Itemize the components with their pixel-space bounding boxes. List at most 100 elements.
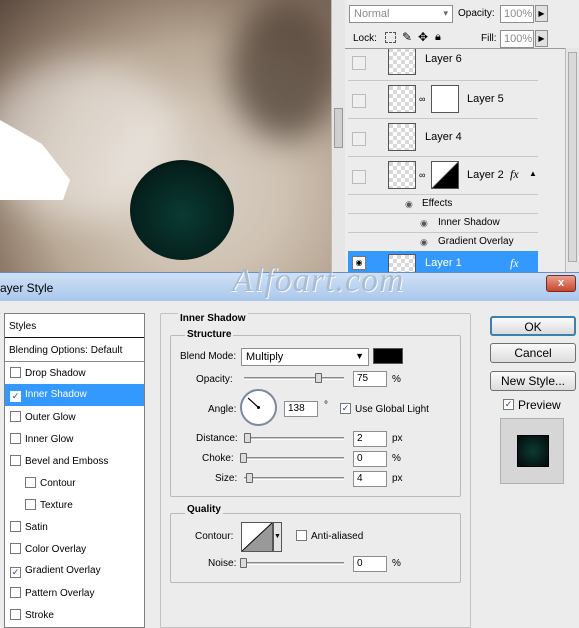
- fill-arrow-button[interactable]: ▶: [535, 30, 548, 47]
- contour-picker[interactable]: [241, 522, 273, 552]
- link-icon: ∞: [419, 170, 426, 180]
- distance-input[interactable]: 2: [353, 431, 387, 447]
- opacity-slider[interactable]: [244, 377, 344, 380]
- blending-options-label: Blending Options: Default: [9, 345, 123, 356]
- noise-slider[interactable]: [244, 562, 344, 565]
- size-slider[interactable]: [244, 477, 344, 480]
- fx-icon[interactable]: fx: [510, 256, 519, 271]
- layer-row-5[interactable]: ∞ Layer 5: [348, 81, 538, 119]
- angle-input[interactable]: 138: [284, 401, 318, 417]
- new-style-button[interactable]: New Style...: [490, 371, 576, 391]
- collapse-effects-icon[interactable]: ▲: [529, 169, 537, 178]
- style-item-checkbox[interactable]: [10, 609, 21, 620]
- close-button[interactable]: x: [546, 275, 576, 292]
- visibility-toggle[interactable]: [352, 56, 366, 70]
- style-item-checkbox[interactable]: ✓: [10, 391, 21, 402]
- style-item-color-overlay[interactable]: Color Overlay: [5, 538, 144, 560]
- layer-blend-mode-value: Normal: [354, 8, 390, 20]
- ok-button[interactable]: OK: [490, 316, 576, 336]
- style-item-texture[interactable]: Texture: [5, 494, 144, 516]
- style-item-outer-glow[interactable]: Outer Glow: [5, 406, 144, 428]
- preview-swatch: [517, 435, 549, 467]
- style-item-bevel-and-emboss[interactable]: Bevel and Emboss: [5, 450, 144, 472]
- layer-opacity-field[interactable]: 100%: [500, 5, 534, 23]
- chevron-down-icon: ▼: [274, 533, 281, 540]
- style-item-checkbox[interactable]: [10, 433, 21, 444]
- lock-transparent-icon[interactable]: [385, 32, 396, 43]
- style-item-inner-shadow[interactable]: ✓ Inner Shadow: [5, 384, 144, 406]
- style-item-checkbox[interactable]: [10, 455, 21, 466]
- anti-aliased-label: Anti-aliased: [311, 531, 364, 542]
- layers-scrollbar[interactable]: [565, 48, 579, 272]
- opacity-arrow-button[interactable]: ▶: [535, 5, 548, 22]
- lock-move-icon[interactable]: ✥: [418, 30, 428, 44]
- document-canvas[interactable]: [0, 0, 333, 272]
- effect-row-inner-shadow[interactable]: ◉ Inner Shadow: [348, 214, 538, 233]
- style-item-checkbox[interactable]: [10, 411, 21, 422]
- layer-blend-mode-dropdown[interactable]: Normal ▾: [349, 5, 453, 23]
- layer-row-2[interactable]: ∞ Layer 2 fx ▲: [348, 157, 538, 195]
- distance-slider[interactable]: [244, 437, 344, 440]
- preview-checkbox[interactable]: ✓: [503, 399, 514, 410]
- style-item-checkbox[interactable]: [25, 477, 36, 488]
- opacity-input-value: 75: [357, 373, 369, 384]
- choke-slider-knob[interactable]: [240, 453, 247, 463]
- layer-thumbnail: [388, 49, 416, 75]
- style-item-checkbox[interactable]: [10, 587, 21, 598]
- eye-icon[interactable]: ◉: [405, 199, 413, 210]
- eye-icon[interactable]: ◉: [420, 218, 428, 229]
- style-item-checkbox[interactable]: [10, 521, 21, 532]
- layer-fill-field[interactable]: 100%: [500, 30, 534, 48]
- blending-options-item[interactable]: Blending Options: Default: [5, 338, 144, 362]
- fx-icon[interactable]: fx: [510, 167, 519, 182]
- opacity-input[interactable]: 75: [353, 371, 387, 387]
- scrollbar-thumb[interactable]: [334, 108, 343, 148]
- layer-name: Layer 1: [425, 257, 462, 269]
- style-item-contour[interactable]: Contour: [5, 472, 144, 494]
- angle-unit: °: [324, 400, 328, 411]
- style-item-checkbox[interactable]: [25, 499, 36, 510]
- contour-dropdown-button[interactable]: ▼: [273, 522, 282, 552]
- effect-row-gradient-overlay[interactable]: ◉ Gradient Overlay: [348, 233, 538, 252]
- choke-input[interactable]: 0: [353, 451, 387, 467]
- style-item-label: Color Overlay: [25, 544, 87, 555]
- shadow-color-swatch[interactable]: [373, 348, 403, 364]
- visibility-toggle[interactable]: [352, 132, 366, 146]
- noise-input[interactable]: 0: [353, 556, 387, 572]
- style-item-checkbox[interactable]: [10, 543, 21, 554]
- blend-mode-dropdown[interactable]: Multiply ▼: [241, 348, 369, 366]
- choke-slider[interactable]: [244, 457, 344, 460]
- opacity-slider-knob[interactable]: [315, 373, 322, 383]
- lock-brush-icon[interactable]: ✎: [402, 30, 412, 44]
- style-item-pattern-overlay[interactable]: Pattern Overlay: [5, 582, 144, 604]
- use-global-light-checkbox[interactable]: ✓: [340, 403, 351, 414]
- layer-row-6[interactable]: Layer 6: [348, 49, 538, 81]
- style-item-inner-glow[interactable]: Inner Glow: [5, 428, 144, 450]
- angle-dial[interactable]: [240, 389, 277, 426]
- size-unit: px: [392, 473, 403, 484]
- effects-row[interactable]: ◉ Effects: [348, 195, 538, 214]
- scrollbar-thumb[interactable]: [568, 52, 577, 262]
- noise-slider-knob[interactable]: [240, 558, 247, 568]
- distance-input-value: 2: [357, 433, 363, 444]
- style-item-stroke[interactable]: Stroke: [5, 604, 144, 626]
- eye-icon[interactable]: ◉: [420, 237, 428, 248]
- style-item-checkbox[interactable]: [10, 367, 21, 378]
- style-item-drop-shadow[interactable]: Drop Shadow: [5, 362, 144, 384]
- size-slider-knob[interactable]: [246, 473, 253, 483]
- style-item-label: Inner Shadow: [25, 389, 87, 400]
- cancel-button[interactable]: Cancel: [490, 343, 576, 363]
- style-item-satin[interactable]: Satin: [5, 516, 144, 538]
- distance-slider-knob[interactable]: [244, 433, 251, 443]
- layer-row-4[interactable]: Layer 4: [348, 119, 538, 157]
- size-input[interactable]: 4: [353, 471, 387, 487]
- blend-mode-value: Multiply: [246, 351, 284, 363]
- visibility-toggle[interactable]: [352, 170, 366, 184]
- style-item-gradient-overlay[interactable]: ✓ Gradient Overlay: [5, 560, 144, 582]
- style-item-checkbox[interactable]: ✓: [10, 567, 21, 578]
- canvas-vertical-scrollbar[interactable]: [331, 0, 345, 272]
- visibility-toggle[interactable]: [352, 94, 366, 108]
- lock-all-icon[interactable]: 🔒︎: [435, 31, 441, 44]
- styles-header[interactable]: Styles: [5, 314, 144, 338]
- anti-aliased-checkbox[interactable]: [296, 530, 307, 541]
